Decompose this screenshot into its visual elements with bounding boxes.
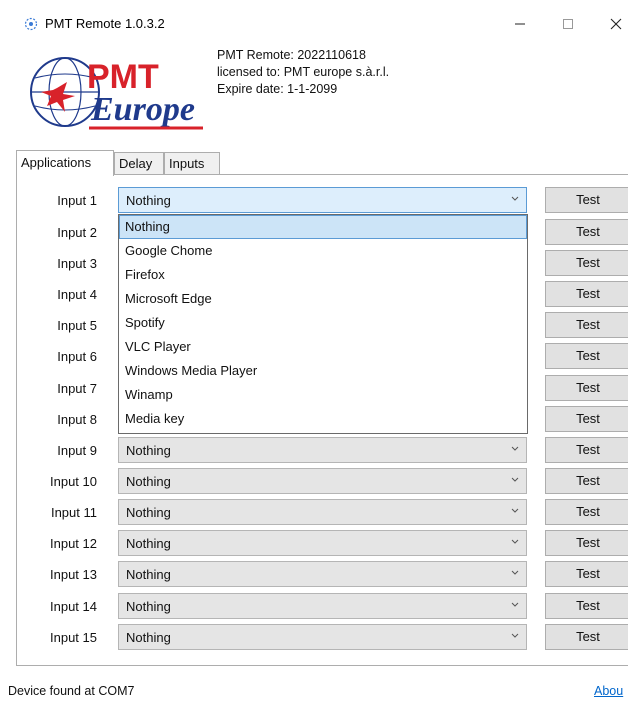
input-label: Input 14	[50, 599, 97, 614]
input-row: Input 15 Nothing Test	[0, 624, 628, 652]
input-row: Input 12 Nothing Test	[0, 530, 628, 558]
input-label: Input 5	[57, 318, 97, 333]
select-value: Nothing	[126, 599, 171, 614]
dropdown-option[interactable]: VLC Player	[119, 335, 527, 359]
chevron-down-icon	[511, 633, 519, 638]
select-value: Nothing	[126, 193, 171, 208]
select-value: Nothing	[126, 474, 171, 489]
test-button[interactable]: Test	[545, 624, 628, 650]
minimize-icon	[515, 23, 525, 25]
pmt-europe-logo: PMT Europe	[30, 57, 203, 130]
input-label: Input 7	[57, 381, 97, 396]
application-select[interactable]: Nothing	[118, 530, 527, 556]
chevron-down-icon	[511, 477, 519, 482]
input-label: Input 6	[57, 349, 97, 364]
select-value: Nothing	[126, 536, 171, 551]
input-row: Input 9 Nothing Test	[0, 437, 628, 465]
dropdown-option[interactable]: Windows Media Player	[119, 359, 527, 383]
application-select[interactable]: Nothing	[118, 468, 527, 494]
test-button[interactable]: Test	[545, 593, 628, 619]
select-value: Nothing	[126, 505, 171, 520]
select-value: Nothing	[126, 443, 171, 458]
status-text: Device found at COM7	[8, 684, 135, 698]
dropdown-option[interactable]: Spotify	[119, 311, 527, 335]
test-button[interactable]: Test	[545, 499, 628, 525]
test-button[interactable]: Test	[545, 468, 628, 494]
input-label: Input 11	[50, 505, 97, 520]
application-select[interactable]: Nothing	[118, 561, 527, 587]
dropdown-option[interactable]: Firefox	[119, 263, 527, 287]
dropdown-option[interactable]: Google Chome	[119, 239, 527, 263]
dropdown-option[interactable]: Winamp	[119, 383, 527, 407]
application-select[interactable]: Nothing	[118, 624, 527, 650]
chevron-down-icon	[511, 570, 519, 575]
input-row: Input 10 Nothing Test	[0, 468, 628, 496]
dropdown-option[interactable]: Media key	[119, 407, 527, 431]
chevron-down-icon	[511, 446, 519, 451]
license-line: licensed to: PMT europe s.à.r.l.	[217, 65, 390, 79]
input-row: Input 11 Nothing Test	[0, 499, 628, 527]
select-value: Nothing	[126, 567, 171, 582]
chevron-down-icon	[511, 539, 519, 544]
dropdown-option[interactable]: Microsoft Edge	[119, 287, 527, 311]
select-value: Nothing	[126, 630, 171, 645]
test-button[interactable]: Test	[545, 219, 628, 245]
input-label: Input 9	[57, 443, 97, 458]
application-select[interactable]: Nothing	[118, 437, 527, 463]
test-button[interactable]: Test	[545, 530, 628, 556]
dropdown-list: Nothing Google Chome Firefox Microsoft Edge…	[118, 214, 528, 434]
input-label: Input 12	[50, 536, 97, 551]
input-label: Input 15	[50, 630, 97, 645]
input-row: Input 14 Nothing Test	[0, 593, 628, 621]
input-label: Input 4	[57, 287, 97, 302]
window-title: PMT Remote 1.0.3.2	[45, 16, 165, 31]
chevron-down-icon	[511, 602, 519, 607]
tab-delay[interactable]: Delay	[114, 152, 164, 174]
input-label: Input 8	[57, 412, 97, 427]
test-button[interactable]: Test	[545, 250, 628, 276]
expire-line: Expire date: 1-1-2099	[217, 82, 338, 96]
tab-inputs[interactable]: Inputs	[164, 152, 220, 174]
close-icon	[610, 18, 622, 30]
input-label: Input 10	[50, 474, 97, 489]
test-button[interactable]: Test	[545, 406, 628, 432]
test-button[interactable]: Test	[545, 343, 628, 369]
test-button[interactable]: Test	[545, 561, 628, 587]
chevron-down-icon	[511, 508, 519, 513]
application-select[interactable]: Nothing	[118, 593, 527, 619]
test-button[interactable]: Test	[545, 437, 628, 463]
application-select[interactable]: Nothing	[118, 499, 527, 525]
dropdown-option[interactable]: Nothing	[119, 215, 527, 239]
input-row: Input 13 Nothing Test	[0, 561, 628, 589]
close-button[interactable]	[596, 10, 628, 38]
input-label: Input 1	[57, 193, 97, 208]
input-label: Input 13	[50, 567, 97, 582]
maximize-button[interactable]	[548, 10, 588, 38]
title-bar: PMT Remote 1.0.3.2	[0, 0, 628, 40]
application-select[interactable]: Nothing	[118, 187, 527, 213]
input-label: Input 2	[57, 225, 97, 240]
maximize-icon	[563, 19, 573, 29]
input-label: Input 3	[57, 256, 97, 271]
test-button[interactable]: Test	[545, 312, 628, 338]
tab-applications[interactable]: Applications	[16, 150, 114, 176]
license-info: PMT Remote: 2022110618 licensed to: PMT …	[217, 47, 389, 98]
chevron-down-icon	[511, 196, 519, 201]
test-button[interactable]: Test	[545, 281, 628, 307]
svg-text:Europe: Europe	[90, 91, 195, 128]
input-row: Input 1 Nothing Test	[0, 187, 628, 215]
test-button[interactable]: Test	[545, 187, 628, 213]
test-button[interactable]: Test	[545, 375, 628, 401]
about-link[interactable]: Abou	[594, 684, 623, 698]
version-line: PMT Remote: 2022110618	[217, 48, 366, 62]
app-icon	[24, 17, 38, 31]
minimize-button[interactable]	[500, 10, 540, 38]
